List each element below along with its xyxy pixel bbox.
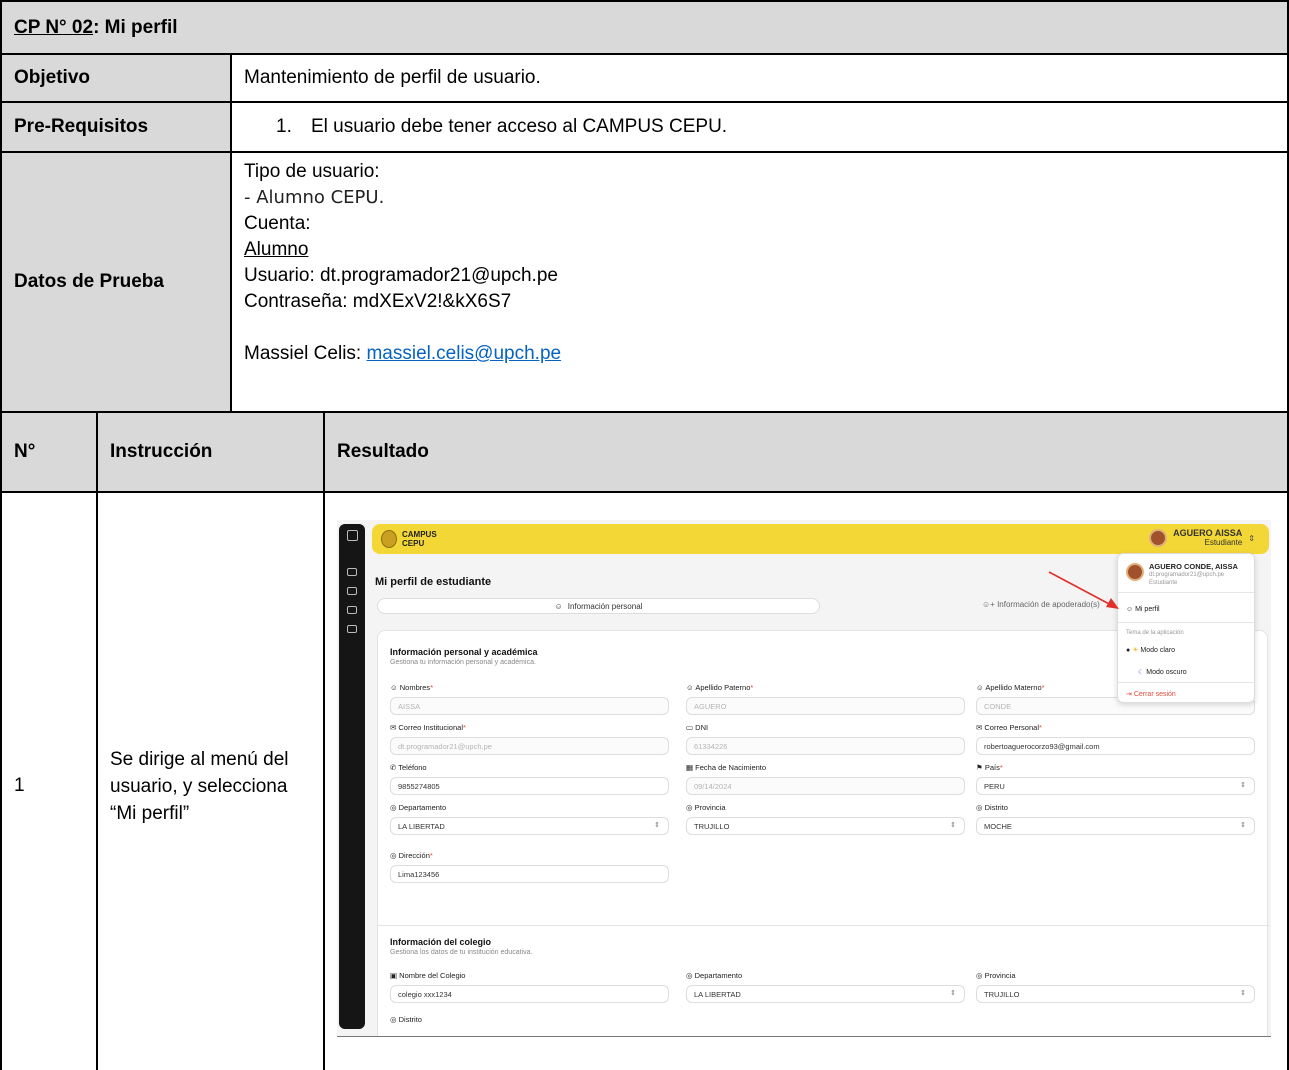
datos-label: Datos de Prueba bbox=[0, 151, 232, 413]
datos-usuario: Usuario: dt.programador21@upch.pe bbox=[244, 265, 558, 286]
annotation-arrow bbox=[1048, 571, 1119, 609]
datos-alumno-cepu: - Alumno CEPU. bbox=[244, 187, 385, 208]
col-number-header: N° bbox=[0, 411, 98, 493]
prereq-value: El usuario debe tener acceso al CAMPUS C… bbox=[311, 116, 728, 137]
datos-row: Datos de Prueba Tipo de usuario: - Alumn… bbox=[0, 151, 1289, 413]
title-cell: CP N° 02: Mi perfil bbox=[0, 0, 1289, 55]
prereq-label: Pre-Requisitos bbox=[0, 101, 232, 153]
prereq-number: 1. bbox=[276, 116, 292, 137]
prereq-row: Pre-Requisitos 1. El usuario debe tener … bbox=[0, 101, 1289, 153]
objetivo-value: Mantenimiento de perfil de usuario. bbox=[230, 53, 1289, 103]
contact-email-link[interactable]: massiel.celis@upch.pe bbox=[366, 343, 561, 364]
test-case-title: : Mi perfil bbox=[93, 16, 178, 38]
step-number: 1 bbox=[0, 491, 98, 1070]
title-row: CP N° 02: Mi perfil bbox=[0, 0, 1289, 55]
test-case-code: CP N° 02 bbox=[14, 16, 94, 38]
datos-alumno: Alumno bbox=[244, 239, 309, 260]
col-result-header: Resultado bbox=[323, 411, 1289, 493]
datos-contact-label: Massiel Celis: bbox=[244, 343, 367, 364]
datos-cuenta: Cuenta: bbox=[244, 213, 311, 234]
step-instruction: Se dirige al menú del usuario, y selecci… bbox=[96, 491, 325, 1070]
datos-password: Contraseña: mdXExV2!&kX6S7 bbox=[244, 291, 512, 312]
steps-header-row: N° Instrucción Resultado bbox=[0, 411, 1289, 493]
objetivo-row: Objetivo Mantenimiento de perfil de usua… bbox=[0, 53, 1289, 103]
datos-tipo: Tipo de usuario: bbox=[244, 161, 380, 182]
result-screenshot: CAMPUS CEPU AGUERO AISSA Estudiante ⇕ Mi… bbox=[337, 520, 1271, 1037]
datos-value-cell: Tipo de usuario: - Alumno CEPU. Cuenta: … bbox=[230, 151, 1289, 413]
prereq-value-cell: 1. El usuario debe tener acceso al CAMPU… bbox=[230, 101, 1289, 153]
objetivo-label: Objetivo bbox=[0, 53, 232, 103]
col-instruction-header: Instrucción bbox=[96, 411, 325, 493]
